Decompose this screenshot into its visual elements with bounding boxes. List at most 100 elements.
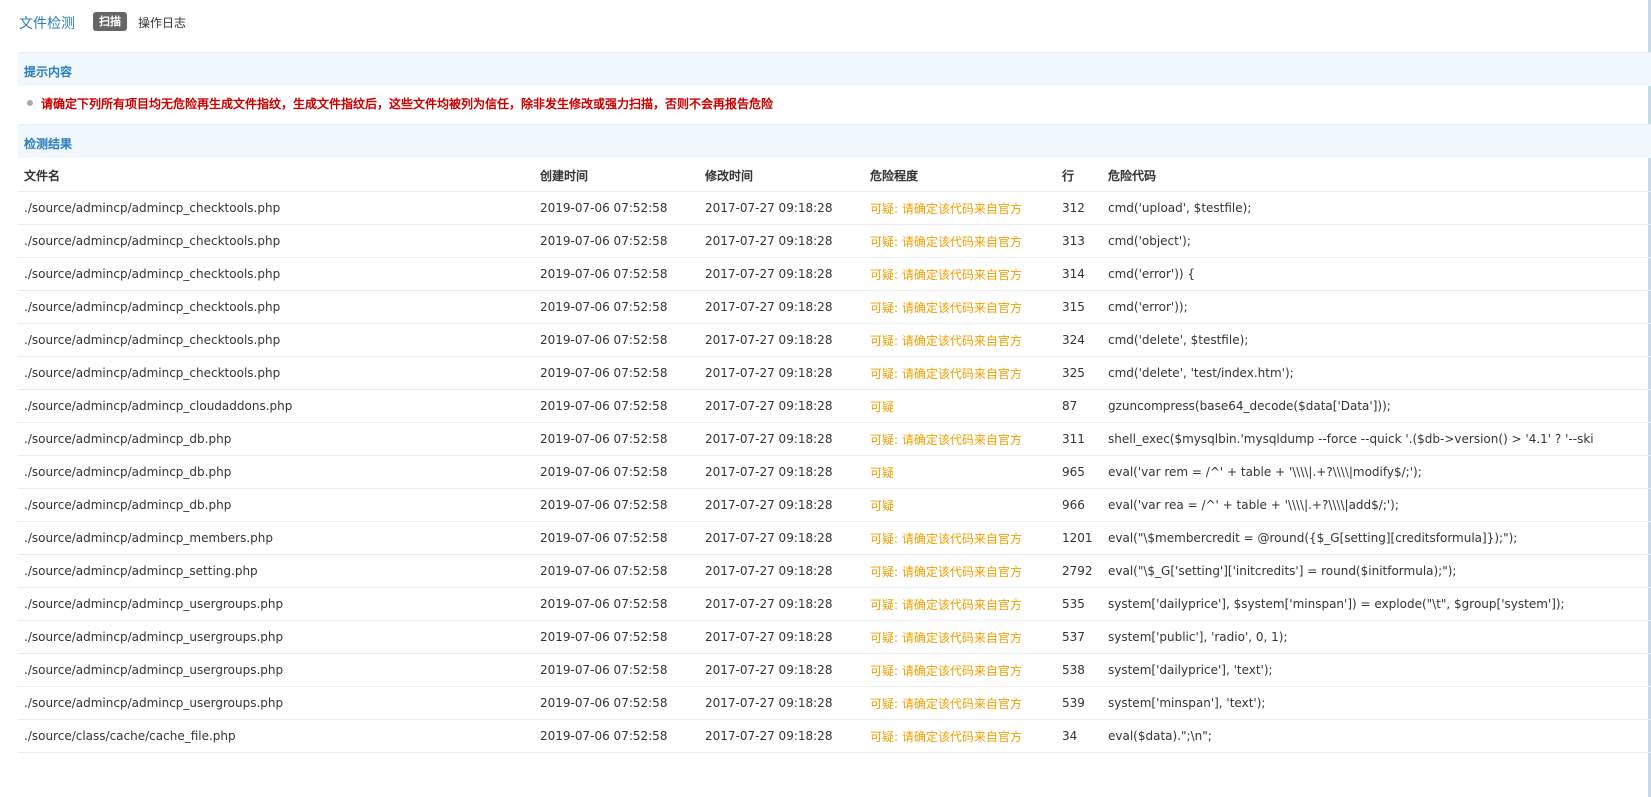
cell-line: 314 — [1056, 257, 1102, 291]
cell-modified: 2017-07-27 09:18:28 — [699, 290, 864, 324]
cell-danger-level: 可疑 — [864, 455, 1056, 489]
cell-line: 537 — [1056, 620, 1102, 654]
table-row: ./source/admincp/admincp_checktools.php … — [18, 290, 1651, 324]
cell-danger-code: eval("\$_G['setting']['initcredits'] = r… — [1102, 554, 1651, 588]
cell-danger-level: 可疑: 请确定该代码来自官方 — [864, 191, 1056, 225]
column-header-line: 行 — [1056, 159, 1102, 192]
cell-filename: ./source/admincp/admincp_usergroups.php — [18, 653, 534, 687]
cell-danger-level: 可疑: 请确定该代码来自官方 — [864, 521, 1056, 555]
cell-line: 965 — [1056, 455, 1102, 489]
cell-modified: 2017-07-27 09:18:28 — [699, 389, 864, 423]
table-row: ./source/admincp/admincp_usergroups.php … — [18, 686, 1651, 720]
cell-danger-code: eval('var rem = /^' + table + '\\\\|.+?\… — [1102, 455, 1651, 489]
cell-filename: ./source/admincp/admincp_usergroups.php — [18, 587, 534, 621]
results-table: 文件名 创建时间 修改时间 危险程度 行 危险代码 ./source/admin… — [18, 159, 1651, 753]
cell-created: 2019-07-06 07:52:58 — [534, 389, 699, 423]
cell-line: 315 — [1056, 290, 1102, 324]
tips-section-title: 提示内容 — [24, 65, 73, 79]
table-row: ./source/admincp/admincp_cloudaddons.php… — [18, 389, 1651, 423]
cell-modified: 2017-07-27 09:18:28 — [699, 422, 864, 456]
cell-filename: ./source/class/cache/cache_file.php — [18, 719, 534, 753]
cell-modified: 2017-07-27 09:18:28 — [699, 257, 864, 291]
cell-modified: 2017-07-27 09:18:28 — [699, 224, 864, 258]
tip-item: 请确定下列所有项目均无危险再生成文件指纹，生成文件指纹后，这些文件均被列为信任，… — [18, 96, 1651, 116]
column-header-danger-level: 危险程度 — [864, 159, 1056, 192]
table-row: ./source/admincp/admincp_usergroups.php … — [18, 587, 1651, 621]
cell-created: 2019-07-06 07:52:58 — [534, 620, 699, 654]
cell-modified: 2017-07-27 09:18:28 — [699, 587, 864, 621]
cell-danger-level: 可疑: 请确定该代码来自官方 — [864, 587, 1056, 621]
cell-created: 2019-07-06 07:52:58 — [534, 290, 699, 324]
cell-filename: ./source/admincp/admincp_checktools.php — [18, 290, 534, 324]
cell-created: 2019-07-06 07:52:58 — [534, 554, 699, 588]
tip-warning-text: 请确定下列所有项目均无危险再生成文件指纹，生成文件指纹后，这些文件均被列为信任，… — [41, 97, 774, 111]
cell-line: 538 — [1056, 653, 1102, 687]
cell-created: 2019-07-06 07:52:58 — [534, 653, 699, 687]
table-row: ./source/admincp/admincp_db.php 2019-07-… — [18, 488, 1651, 522]
cell-danger-level: 可疑: 请确定该代码来自官方 — [864, 290, 1056, 324]
cell-danger-level: 可疑: 请确定该代码来自官方 — [864, 257, 1056, 291]
cell-created: 2019-07-06 07:52:58 — [534, 719, 699, 753]
cell-modified: 2017-07-27 09:18:28 — [699, 653, 864, 687]
cell-danger-code: shell_exec($mysqlbin.'mysqldump --force … — [1102, 422, 1651, 456]
cell-danger-level: 可疑 — [864, 389, 1056, 423]
cell-line: 966 — [1056, 488, 1102, 522]
cell-danger-code: cmd('delete', 'test/index.htm'); — [1102, 356, 1651, 390]
cell-line: 312 — [1056, 191, 1102, 225]
cell-created: 2019-07-06 07:52:58 — [534, 422, 699, 456]
cell-line: 535 — [1056, 587, 1102, 621]
cell-line: 311 — [1056, 422, 1102, 456]
cell-created: 2019-07-06 07:52:58 — [534, 224, 699, 258]
column-header-filename: 文件名 — [18, 159, 534, 192]
column-header-created: 创建时间 — [534, 159, 699, 192]
cell-danger-level: 可疑: 请确定该代码来自官方 — [864, 719, 1056, 753]
cell-filename: ./source/admincp/admincp_setting.php — [18, 554, 534, 588]
cell-created: 2019-07-06 07:52:58 — [534, 686, 699, 720]
table-row: ./source/admincp/admincp_checktools.php … — [18, 323, 1651, 357]
results-section-header: 检测结果 — [18, 124, 1651, 158]
cell-danger-level: 可疑: 请确定该代码来自官方 — [864, 620, 1056, 654]
tab-operation-log[interactable]: 操作日志 — [138, 14, 186, 31]
column-header-modified: 修改时间 — [699, 159, 864, 192]
table-header-row: 文件名 创建时间 修改时间 危险程度 行 危险代码 — [18, 159, 1651, 192]
table-row: ./source/admincp/admincp_checktools.php … — [18, 191, 1651, 225]
page-header: 文件检测 扫描 操作日志 — [0, 0, 1651, 44]
cell-filename: ./source/admincp/admincp_checktools.php — [18, 356, 534, 390]
table-row: ./source/admincp/admincp_setting.php 201… — [18, 554, 1651, 588]
cell-filename: ./source/admincp/admincp_db.php — [18, 488, 534, 522]
table-row: ./source/admincp/admincp_db.php 2019-07-… — [18, 422, 1651, 456]
cell-danger-code: system['public'], 'radio', 0, 1); — [1102, 620, 1651, 654]
cell-line: 34 — [1056, 719, 1102, 753]
cell-filename: ./source/admincp/admincp_checktools.php — [18, 191, 534, 225]
cell-danger-level: 可疑: 请确定该代码来自官方 — [864, 686, 1056, 720]
cell-danger-code: cmd('object'); — [1102, 224, 1651, 258]
cell-modified: 2017-07-27 09:18:28 — [699, 554, 864, 588]
cell-line: 1201 — [1056, 521, 1102, 555]
cell-danger-code: cmd('error')); — [1102, 290, 1651, 324]
page-title: 文件检测 — [19, 16, 75, 32]
cell-modified: 2017-07-27 09:18:28 — [699, 356, 864, 390]
table-row: ./source/admincp/admincp_checktools.php … — [18, 257, 1651, 291]
results-section-title: 检测结果 — [24, 137, 73, 151]
cell-filename: ./source/admincp/admincp_cloudaddons.php — [18, 389, 534, 423]
cell-danger-level: 可疑: 请确定该代码来自官方 — [864, 422, 1056, 456]
cell-created: 2019-07-06 07:52:58 — [534, 455, 699, 489]
file-scan-page: 文件检测 扫描 操作日志 提示内容 请确定下列所有项目均无危险再生成文件指纹，生… — [0, 0, 1651, 797]
table-row: ./source/class/cache/cache_file.php 2019… — [18, 719, 1651, 753]
cell-line: 87 — [1056, 389, 1102, 423]
cell-danger-code: cmd('delete', $testfile); — [1102, 323, 1651, 357]
cell-modified: 2017-07-27 09:18:28 — [699, 719, 864, 753]
tab-scan[interactable]: 扫描 — [93, 12, 127, 31]
cell-line: 324 — [1056, 323, 1102, 357]
cell-filename: ./source/admincp/admincp_db.php — [18, 455, 534, 489]
cell-filename: ./source/admincp/admincp_checktools.php — [18, 323, 534, 357]
cell-filename: ./source/admincp/admincp_usergroups.php — [18, 620, 534, 654]
cell-danger-code: system['minspan'], 'text'); — [1102, 686, 1651, 720]
column-header-danger-code: 危险代码 — [1102, 159, 1651, 192]
cell-line: 325 — [1056, 356, 1102, 390]
cell-danger-code: eval("\$membercredit = @round({$_G[setti… — [1102, 521, 1651, 555]
cell-danger-level: 可疑: 请确定该代码来自官方 — [864, 356, 1056, 390]
cell-line: 539 — [1056, 686, 1102, 720]
table-row: ./source/admincp/admincp_members.php 201… — [18, 521, 1651, 555]
tips-section-header: 提示内容 — [18, 52, 1651, 86]
